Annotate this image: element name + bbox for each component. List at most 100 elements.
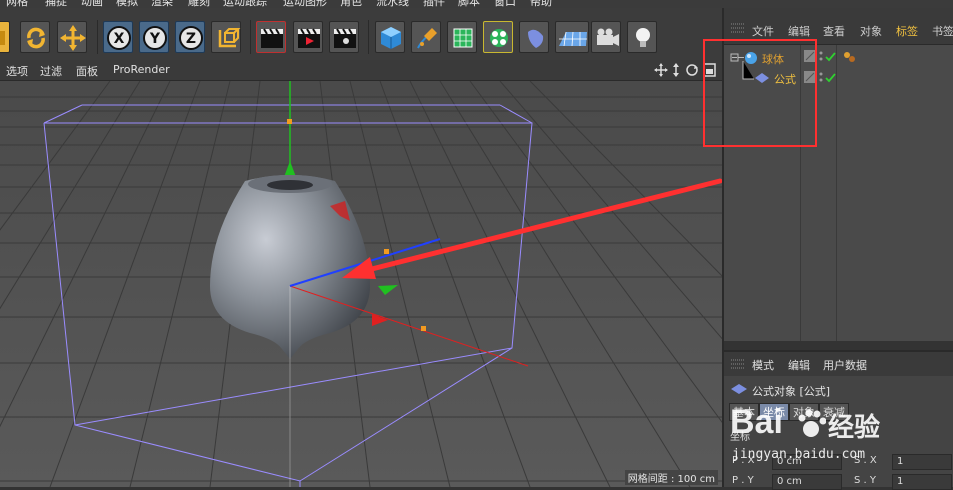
annotation-highlight-box (703, 39, 817, 147)
panel-grip-icon (731, 359, 745, 369)
clapperboard-gear-icon (334, 28, 356, 48)
menu-item-window[interactable]: 窗口 (494, 0, 516, 8)
y-axis-lock-button[interactable]: Y (139, 21, 169, 53)
z-axis-letter: Z (186, 31, 196, 47)
cloner-icon (490, 29, 508, 47)
light-button[interactable] (627, 21, 657, 53)
rotate-arrows-icon (27, 27, 45, 49)
x-axis-lock-button[interactable]: X (103, 21, 133, 53)
floor-button[interactable] (555, 21, 589, 53)
viewport-menu-prorender[interactable]: ProRender (113, 63, 170, 76)
menu-item-mograph[interactable]: 运动图形 (283, 0, 327, 8)
field-label-sy: S . Y (854, 475, 876, 486)
watermark-brand: Bai (730, 403, 783, 441)
x-axis-letter: X (114, 31, 125, 47)
deformer-icon (528, 29, 544, 48)
enabled-checkmark-icon[interactable] (825, 52, 836, 62)
menu-item-plugins[interactable]: 插件 (423, 0, 445, 8)
viewport-menu-options[interactable]: 选项 (6, 63, 28, 79)
editor-visibility-dot[interactable] (819, 72, 823, 76)
move-cross-icon (60, 25, 86, 51)
menu-item-pipeline[interactable]: 流水线 (376, 0, 409, 8)
grid-spacing-label: 网格间距 : 100 cm (624, 470, 718, 485)
toolbar-separator (368, 20, 369, 54)
watermark-url: jingyan.baidu.com (732, 447, 866, 462)
menu-item-simulate[interactable]: 模拟 (116, 0, 138, 8)
light-bulb-icon (636, 28, 650, 47)
cloner-button[interactable] (483, 21, 513, 53)
pen-button[interactable] (411, 21, 441, 53)
paw-icon (798, 409, 826, 437)
subdivision-surface-icon (453, 28, 473, 48)
pan-icon[interactable] (654, 63, 668, 77)
watermark-suffix: 经验 (828, 413, 881, 443)
clapperboard-play-icon (298, 28, 320, 48)
menu-item-sculpt[interactable]: 雕刻 (188, 0, 210, 8)
viewport-menu-panel[interactable]: 面板 (76, 63, 98, 79)
z-axis-lock-button[interactable]: Z (175, 21, 205, 53)
position-y-field[interactable]: 0 cm (772, 474, 842, 490)
coordinate-system-icon (218, 28, 241, 48)
am-menu-edit[interactable]: 编辑 (788, 357, 810, 373)
move-button[interactable] (57, 21, 87, 53)
deformer-button[interactable] (519, 21, 549, 53)
render-visibility-dot[interactable] (819, 78, 823, 82)
column-divider (836, 45, 837, 341)
y-axis-letter: Y (149, 31, 161, 47)
om-menu-file[interactable]: 文件 (752, 23, 774, 39)
am-menu-mode[interactable]: 模式 (752, 357, 774, 373)
toolbar-separator (97, 20, 98, 54)
menu-item-motion-tracking[interactable]: 运动跟踪 (223, 0, 267, 8)
live-selection-button[interactable] (20, 21, 50, 53)
om-menu-tags[interactable]: 标签 (896, 23, 918, 39)
menu-item-help[interactable]: 帮助 (530, 0, 552, 8)
menu-item-animate[interactable]: 动画 (81, 0, 103, 8)
menu-item-character[interactable]: 角色 (340, 0, 362, 8)
z-axis-handle[interactable] (384, 249, 389, 254)
y-axis-handle[interactable] (287, 119, 292, 124)
phong-tag-icon[interactable] (842, 50, 858, 64)
perspective-viewport[interactable]: 网格间距 : 100 cm (0, 81, 722, 487)
floor-grid-icon (559, 31, 587, 47)
cube-button[interactable] (375, 21, 405, 53)
coordinate-system-button[interactable] (211, 21, 241, 53)
viewport-scene (0, 81, 722, 487)
camera-icon (597, 28, 619, 46)
enabled-checkmark-icon[interactable] (825, 73, 836, 83)
am-menu-user-data[interactable]: 用户数据 (823, 357, 867, 373)
menu-item-mesh[interactable]: 网格 (6, 0, 28, 8)
om-menu-view[interactable]: 查看 (823, 23, 845, 39)
editor-visibility-dot[interactable] (819, 51, 823, 55)
undo-button[interactable] (0, 21, 10, 53)
z-axis-icon: Z (179, 26, 203, 50)
camera-button[interactable] (591, 21, 621, 53)
render-view-button[interactable] (256, 21, 286, 53)
cube-icon (381, 27, 401, 49)
viewport-menu-filter[interactable]: 过滤 (40, 63, 62, 79)
baidu-jingyan-watermark: Bai 经验 jingyan.baidu.com (730, 403, 953, 473)
y-axis-icon: Y (143, 26, 167, 50)
main-menu-bar: 网格 捕捉 动画 模拟 渲染 雕刻 运动跟踪 运动图形 角色 流水线 插件 脚本… (0, 0, 953, 8)
clapperboard-icon (261, 28, 283, 48)
x-axis-icon: X (107, 26, 131, 50)
formula-deformer-icon (731, 384, 747, 394)
attribute-title: 公式对象 [公式] (752, 385, 831, 398)
subdivision-surface-button[interactable] (447, 21, 477, 53)
om-menu-edit[interactable]: 编辑 (788, 23, 810, 39)
menu-item-snap[interactable]: 捕捉 (45, 0, 67, 8)
menu-item-render[interactable]: 渲染 (151, 0, 173, 8)
om-menu-bookmarks[interactable]: 书签 (932, 23, 953, 39)
om-menu-objects[interactable]: 对象 (860, 23, 882, 39)
scale-y-field[interactable]: 1 (892, 474, 952, 490)
render-to-picture-viewer-button[interactable] (293, 21, 323, 53)
field-label-py: P . Y (732, 475, 754, 486)
render-visibility-dot[interactable] (819, 57, 823, 61)
zoom-icon[interactable] (673, 63, 679, 77)
object-manager-list[interactable]: 球体 公式 (703, 39, 953, 341)
x-axis-handle[interactable] (421, 326, 426, 331)
rotate-view-icon[interactable] (686, 64, 698, 76)
attribute-manager-menu: 模式 编辑 用户数据 (724, 350, 953, 377)
menu-item-script[interactable]: 脚本 (458, 0, 480, 8)
render-settings-button[interactable] (329, 21, 359, 53)
toolbar-separator (250, 20, 251, 54)
